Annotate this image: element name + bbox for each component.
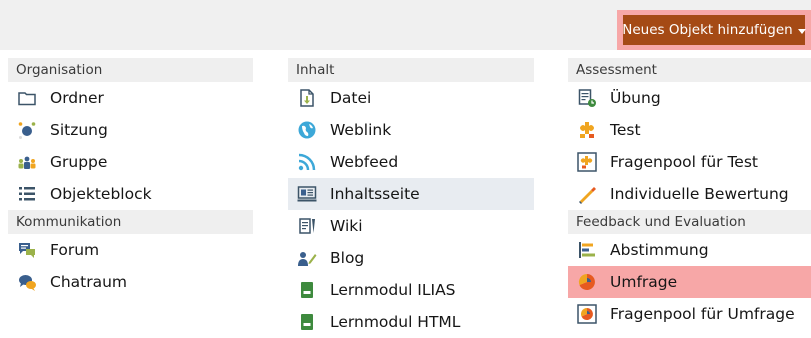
menu-item-label: Gruppe [50, 153, 108, 171]
menu-item-label: Inhaltsseite [330, 185, 420, 203]
exercise-icon [577, 88, 597, 108]
menu-item-fragenpool-fuer-umfrage[interactable]: Fragenpool für Umfrage [568, 298, 811, 330]
caret-down-icon [797, 28, 806, 34]
menu-item-label: Forum [50, 241, 100, 259]
group-header-kommunikation: Kommunikation [8, 210, 253, 234]
menu-item-objekteblock[interactable]: Objekteblock [8, 178, 253, 210]
add-object-button[interactable]: Neues Objekt hinzufügen [622, 15, 806, 45]
menu-item-lernmodul-ilias[interactable]: Lernmodul ILIAS [288, 274, 534, 306]
menu-item-weblink[interactable]: Weblink [288, 114, 534, 146]
menu-item-label: Fragenpool für Test [610, 153, 758, 171]
menu-item-label: Fragenpool für Umfrage [610, 305, 795, 323]
menu-column-2: Inhalt Datei Weblink Webfeed Inhaltsseite Wik… [288, 58, 534, 338]
menu-item-label: Chatraum [50, 273, 128, 291]
menu-item-label: Weblink [330, 121, 392, 139]
learning-module-ilias-icon [297, 280, 317, 300]
menu-item-wiki[interactable]: Wiki [288, 210, 534, 242]
group-header-organisation: Organisation [8, 58, 253, 82]
menu-item-label: Sitzung [50, 121, 108, 139]
menu-item-umfrage[interactable]: Umfrage [568, 266, 811, 298]
menu-item-individuelle-bewertung[interactable]: Individuelle Bewertung [568, 178, 811, 210]
wiki-icon [297, 216, 317, 236]
add-object-button-highlight: Neues Objekt hinzufügen [617, 10, 811, 50]
add-object-label: Neues Objekt hinzufügen [622, 22, 793, 38]
learning-module-html-icon [297, 312, 317, 332]
menu-item-label: Umfrage [610, 273, 678, 291]
group-icon [17, 152, 37, 172]
menu-column-1: Organisation Ordner Sitzung Gruppe Objektebl… [8, 58, 253, 298]
menu-item-label: Ordner [50, 89, 104, 107]
menu-item-label: Abstimmung [610, 241, 709, 259]
menu-item-label: Objekteblock [50, 185, 152, 203]
forum-icon [17, 240, 37, 260]
test-icon [577, 120, 597, 140]
menu-item-abstimmung[interactable]: Abstimmung [568, 234, 811, 266]
group-header-feedback-und-evaluation: Feedback und Evaluation [568, 210, 811, 234]
menu-item-label: Wiki [330, 217, 363, 235]
menu-item-lernmodul-html[interactable]: Lernmodul HTML [288, 306, 534, 338]
group-header-assessment: Assessment [568, 58, 811, 82]
menu-item-label: Lernmodul ILIAS [330, 281, 456, 299]
session-icon [17, 120, 37, 140]
group-header-inhalt: Inhalt [288, 58, 534, 82]
menu-item-datei[interactable]: Datei [288, 82, 534, 114]
question-pool-survey-icon [577, 304, 597, 324]
menu-item-label: Individuelle Bewertung [610, 185, 789, 203]
menu-item-uebung[interactable]: Übung [568, 82, 811, 114]
menu-item-blog[interactable]: Blog [288, 242, 534, 274]
menu-item-gruppe[interactable]: Gruppe [8, 146, 253, 178]
webfeed-icon [297, 152, 317, 172]
blog-icon [297, 248, 317, 268]
individual-assessment-icon [577, 184, 597, 204]
menu-item-chatraum[interactable]: Chatraum [8, 266, 253, 298]
menu-item-label: Datei [330, 89, 372, 107]
file-icon [297, 88, 317, 108]
content-page-icon [297, 184, 317, 204]
menu-item-label: Blog [330, 249, 365, 267]
menu-item-forum[interactable]: Forum [8, 234, 253, 266]
menu-item-label: Übung [610, 89, 661, 107]
item-block-icon [17, 184, 37, 204]
menu-item-inhaltsseite[interactable]: Inhaltsseite [288, 178, 534, 210]
menu-item-sitzung[interactable]: Sitzung [8, 114, 253, 146]
menu-item-label: Webfeed [330, 153, 399, 171]
poll-icon [577, 240, 597, 260]
menu-item-label: Test [610, 121, 641, 139]
menu-item-test[interactable]: Test [568, 114, 811, 146]
weblink-icon [297, 120, 317, 140]
menu-item-ordner[interactable]: Ordner [8, 82, 253, 114]
menu-column-3: Assessment Übung Test Fragenpool für Test In… [568, 58, 811, 330]
question-pool-test-icon [577, 152, 597, 172]
chatroom-icon [17, 272, 37, 292]
menu-item-fragenpool-fuer-test[interactable]: Fragenpool für Test [568, 146, 811, 178]
folder-icon [17, 88, 37, 108]
menu-item-label: Lernmodul HTML [330, 313, 461, 331]
menu-item-webfeed[interactable]: Webfeed [288, 146, 534, 178]
survey-icon [577, 272, 597, 292]
